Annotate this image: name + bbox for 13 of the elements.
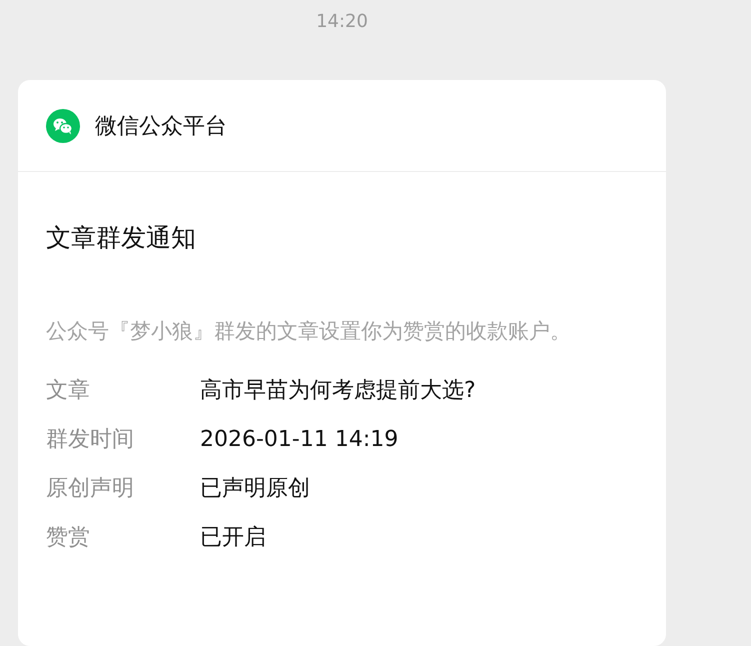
notice-title: 文章群发通知 [46, 222, 196, 254]
field-value: 已开启 [200, 524, 266, 552]
account-name: 微信公众平台 [95, 112, 227, 140]
field-value: 2026-01-11 14:19 [200, 426, 398, 454]
notice-description: 公众号『梦小狼』群发的文章设置你为赞赏的收款账户。 [46, 318, 572, 345]
field-label: 文章 [46, 377, 90, 405]
field-value: 已声明原创 [200, 475, 310, 503]
field-value: 高市早苗为何考虑提前大选? [200, 377, 476, 405]
field-label: 赞赏 [46, 524, 90, 552]
field-label: 原创声明 [46, 475, 134, 503]
field-label: 群发时间 [46, 426, 134, 454]
chat-bubbles-icon [46, 108, 80, 142]
timestamp: 14:20 [316, 10, 368, 34]
